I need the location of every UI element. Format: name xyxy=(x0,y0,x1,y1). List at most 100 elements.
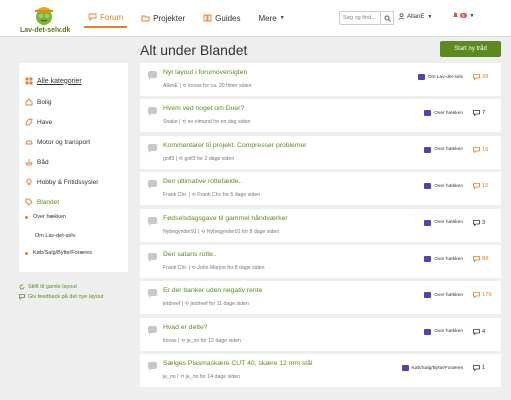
comment-icon xyxy=(473,146,480,153)
topic-row[interactable]: Den ultimative rottefælde.. Frank Chr. |… xyxy=(140,172,501,206)
topic-title[interactable]: Hvem ved noget om Duer? xyxy=(163,105,244,112)
site-logo[interactable]: Lav-det-selv.dk xyxy=(20,2,74,36)
topic-meta: AllanE | ⟲ kovas for ca. 20 timer siden xyxy=(163,83,252,89)
search-button[interactable] xyxy=(381,11,394,25)
car-icon xyxy=(25,138,33,146)
nav-projekter-label: Projekter xyxy=(153,13,186,23)
category-badge[interactable]: Over hækken xyxy=(424,219,463,226)
sidebar-item-hobby[interactable]: Hobby & Fritidssysler xyxy=(25,178,98,186)
topic-row[interactable]: Hvad er dette? kovas | ⟲ je_no for 12 da… xyxy=(140,317,501,351)
topic-author[interactable]: Frank Chr. xyxy=(163,265,187,271)
topic-author[interactable]: golf3 xyxy=(163,156,174,162)
reply-icon: ⟲ xyxy=(181,119,187,126)
chat-icon xyxy=(88,13,97,21)
category-badge[interactable]: Over hækken xyxy=(424,183,463,190)
comment-icon xyxy=(473,110,480,117)
category-badge[interactable]: Over hækken xyxy=(424,146,463,153)
user-name: AllanE xyxy=(407,13,425,20)
topic-author[interactable]: Snake xyxy=(163,119,178,125)
topic-row[interactable]: Nyt layout i forumoversigten AllanE | ⟲ … xyxy=(140,63,501,96)
sidebar-item-koeb-salg[interactable]: Køb/Salg/Bytte/Foræres xyxy=(25,250,92,256)
topic-meta: golf3 | ⟲ golf3 for 2 dage siden xyxy=(163,156,234,162)
topic-title[interactable]: Kommentarer til projekt: Compresser prob… xyxy=(163,142,307,149)
reply-icon: ⟲ xyxy=(184,301,189,308)
category-icon xyxy=(401,365,409,372)
speech-bubble-icon xyxy=(148,143,157,153)
topic-author[interactable]: Frank Chr. xyxy=(163,192,187,198)
feedback-label: Giv feedback på det nye layout xyxy=(28,294,104,300)
comment-icon xyxy=(473,292,480,299)
topic-title[interactable]: Hvad er dette? xyxy=(163,324,208,331)
category-label: Over hækken xyxy=(434,220,463,226)
sidebar-item-baad[interactable]: Båd xyxy=(25,158,49,166)
topic-author[interactable]: jetdreef xyxy=(163,301,180,307)
category-label: Køb/Salg/Bytte/Foræres xyxy=(411,365,463,371)
topic-row[interactable]: Hvem ved noget om Duer? Snake | ⟲ ev elm… xyxy=(140,99,501,133)
category-label: Over hækken xyxy=(434,147,463,153)
nav-projekter[interactable]: Projekter xyxy=(137,8,189,28)
reply-icon: ⟲ xyxy=(191,192,196,199)
nav-guides[interactable]: Guides xyxy=(199,8,244,28)
switch-layout-link[interactable]: Skift til gamle layout xyxy=(19,284,104,290)
category-badge[interactable]: Over hækken xyxy=(424,292,463,299)
topic-meta: jetdreef | ⟲ jetdreef for 11 dage siden xyxy=(163,301,249,307)
topic-title[interactable]: Er der banker uden negativ rente xyxy=(163,287,262,294)
sidebar-item-label: Over hækken xyxy=(33,214,67,220)
category-badge[interactable]: Over hækken xyxy=(424,328,463,335)
topic-row[interactable]: Fødselsdagsgave til gammel håndværker Ny… xyxy=(140,208,501,242)
category-badge[interactable]: Om Lav-det-selv xyxy=(417,74,463,80)
reply-count-value: 16 xyxy=(482,146,489,153)
category-label: Om Lav-det-selv xyxy=(427,74,463,80)
topic-meta: je_no | ⟲ je_no for 14 dage siden xyxy=(163,374,240,380)
category-label: Over hækken xyxy=(434,183,463,189)
reply-count-value: 176 xyxy=(482,292,492,299)
topic-title[interactable]: Nyt layout i forumoversigten xyxy=(163,69,247,76)
topic-author[interactable]: je_no xyxy=(163,374,176,380)
site-header: Lav-det-selv.dk Forum Projekter Guides M… xyxy=(0,0,511,37)
topic-row[interactable]: Den satans rotte.. Frank Chr. | ⟲ John M… xyxy=(140,245,501,278)
category-badge[interactable]: Over hækken xyxy=(424,256,463,262)
sidebar-item-blandet[interactable]: Blandet xyxy=(25,198,59,206)
category-icon xyxy=(424,328,432,335)
category-badge[interactable]: Over hækken xyxy=(424,110,463,117)
topic-last-post: Frank Chr. for 6 dage siden xyxy=(197,192,261,199)
start-thread-button[interactable]: Start ny tråd xyxy=(440,41,501,57)
sidebar-item-bolig[interactable]: Bolig xyxy=(25,98,51,106)
topic-title[interactable]: Sælges Plasmaskære CUT 40, skære 12 mm s… xyxy=(163,360,312,367)
category-label: Over hækken xyxy=(434,292,463,298)
topic-row[interactable]: Kommentarer til projekt: Compresser prob… xyxy=(140,135,501,169)
sidebar-item-label: Have xyxy=(37,118,53,126)
sidebar-item-all[interactable]: Alle kategorier xyxy=(25,77,82,85)
reply-count: 4 xyxy=(473,329,501,335)
category-icon xyxy=(417,74,425,80)
reply-count: 15 xyxy=(473,183,501,190)
sidebar-item-motor[interactable]: Motor og transport xyxy=(25,138,90,146)
sidebar-item-label: Båd xyxy=(37,158,49,166)
reply-count-value: 3 xyxy=(482,219,486,226)
topic-title[interactable]: Den satans rotte.. xyxy=(163,251,217,258)
nav-forum[interactable]: Forum xyxy=(84,8,128,28)
sidebar-item-om-lav-det-selv[interactable]: Om Lav-det-selv xyxy=(35,233,75,239)
reply-icon: ⟲ xyxy=(201,228,206,235)
feedback-link[interactable]: Giv feedback på det nye layout xyxy=(19,294,104,300)
topic-title[interactable]: Den ultimative rottefælde.. xyxy=(163,178,242,185)
topic-meta: kovas | ⟲ je_no for 12 dage siden xyxy=(163,338,241,344)
user-icon xyxy=(398,13,405,20)
topic-author[interactable]: kovas xyxy=(163,338,177,344)
category-badge[interactable]: Køb/Salg/Bytte/Foræres xyxy=(401,365,463,372)
reply-icon: ⟲ xyxy=(179,374,185,381)
speech-bubble-icon xyxy=(148,71,157,80)
topic-author[interactable]: Nybegynder91 xyxy=(163,229,197,235)
topic-author[interactable]: AllanE xyxy=(163,83,178,89)
topic-row[interactable]: Sælges Plasmaskære CUT 40, skære 12 mm s… xyxy=(140,354,501,388)
user-menu[interactable]: AllanE ▼ xyxy=(398,13,432,20)
topic-last-post: kovas for ca. 20 timer siden xyxy=(188,83,252,89)
notification-menu[interactable]: 8 ▼ xyxy=(452,12,474,19)
topic-row[interactable]: Er der banker uden negativ rente jetdree… xyxy=(140,281,501,315)
topic-title[interactable]: Fødselsdagsgave til gammel håndværker xyxy=(163,215,288,222)
sidebar-item-over-haekken[interactable]: Over hækken xyxy=(25,214,66,220)
notification-badge: 8 xyxy=(460,13,467,18)
sidebar-item-have[interactable]: Have xyxy=(25,118,52,126)
search-input[interactable]: Søg og find... xyxy=(339,11,381,25)
nav-mere[interactable]: Mere ▼ xyxy=(255,8,289,28)
